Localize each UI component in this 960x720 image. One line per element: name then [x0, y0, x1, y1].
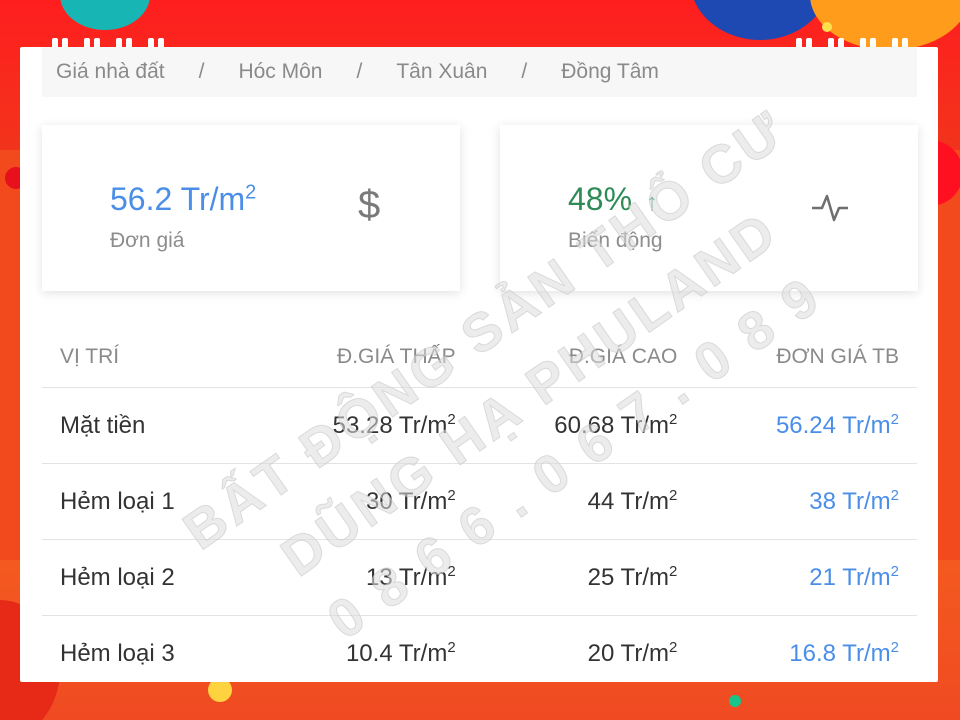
- cell-location: Hẻm loại 1: [42, 463, 253, 540]
- column-header-location: VỊ TRÍ: [42, 327, 253, 388]
- cell-average: 56.24 Tr/m2: [695, 387, 917, 464]
- breadcrumb-separator: /: [521, 60, 528, 83]
- column-header-low: Đ.GIÁ THẤP: [252, 327, 474, 388]
- cell-location: Hẻm loại 2: [42, 539, 253, 616]
- column-header-average: ĐƠN GIÁ TB: [695, 327, 917, 388]
- cell-low: 53.28 Tr/m2: [252, 387, 474, 464]
- cell-location: Mặt tiền: [42, 387, 253, 464]
- cell-high: 20 Tr/m2: [473, 615, 696, 682]
- price-change-label: Biến động: [568, 229, 663, 252]
- cell-average: 16.8 Tr/m2: [695, 615, 917, 682]
- cell-low: 13 Tr/m2: [252, 539, 474, 616]
- cell-location: Hẻm loại 3: [42, 615, 253, 682]
- cell-high: 25 Tr/m2: [473, 539, 696, 616]
- unit-price-stat: 56.2 Tr/m2 Đơn giá $: [42, 125, 460, 291]
- cell-average: 38 Tr/m2: [695, 463, 917, 540]
- column-header-high: Đ.GIÁ CAO: [473, 327, 696, 388]
- cell-average: 21 Tr/m2: [695, 539, 917, 616]
- decor-circle: [729, 695, 741, 707]
- cell-high: 60.68 Tr/m2: [473, 387, 696, 464]
- breadcrumb: Giá nhà đất / Hóc Môn / Tân Xuân / Đồng …: [42, 47, 917, 97]
- breadcrumb-separator: /: [198, 60, 205, 83]
- price-card: Giá nhà đất / Hóc Môn / Tân Xuân / Đồng …: [20, 47, 938, 682]
- cell-high: 44 Tr/m2: [473, 463, 696, 540]
- price-table: VỊ TRÍ Đ.GIÁ THẤP Đ.GIÁ CAO ĐƠN GIÁ TB M…: [42, 327, 917, 682]
- table-row: Mặt tiền 53.28 Tr/m2 60.68 Tr/m2 56.24 T…: [42, 387, 917, 464]
- table-header-row: VỊ TRÍ Đ.GIÁ THẤP Đ.GIÁ CAO ĐƠN GIÁ TB: [42, 327, 917, 388]
- table-row: Hẻm loại 3 10.4 Tr/m2 20 Tr/m2 16.8 Tr/m…: [42, 615, 917, 682]
- table-row: Hẻm loại 2 13 Tr/m2 25 Tr/m2 21 Tr/m2: [42, 539, 917, 616]
- unit-price-label: Đơn giá: [110, 229, 185, 252]
- breadcrumb-separator: /: [356, 60, 363, 83]
- dollar-icon: $: [358, 183, 381, 227]
- breadcrumb-item[interactable]: Tân Xuân: [396, 60, 487, 84]
- pulse-icon: [812, 194, 848, 222]
- cell-low: 30 Tr/m2: [252, 463, 474, 540]
- unit-price-value: 56.2 Tr/m2: [110, 181, 257, 217]
- price-change-value: 48% ↑: [568, 181, 659, 217]
- table-row: Hẻm loại 1 30 Tr/m2 44 Tr/m2 38 Tr/m2: [42, 463, 917, 540]
- price-change-stat: 48% ↑ Biến động: [500, 125, 918, 291]
- breadcrumb-item-current: Đồng Tâm: [561, 60, 659, 83]
- cell-low: 10.4 Tr/m2: [252, 615, 474, 682]
- arrow-up-icon: ↑: [646, 189, 659, 216]
- decor-circle: [822, 22, 832, 32]
- breadcrumb-item[interactable]: Giá nhà đất: [56, 60, 165, 84]
- breadcrumb-item[interactable]: Hóc Môn: [238, 60, 322, 84]
